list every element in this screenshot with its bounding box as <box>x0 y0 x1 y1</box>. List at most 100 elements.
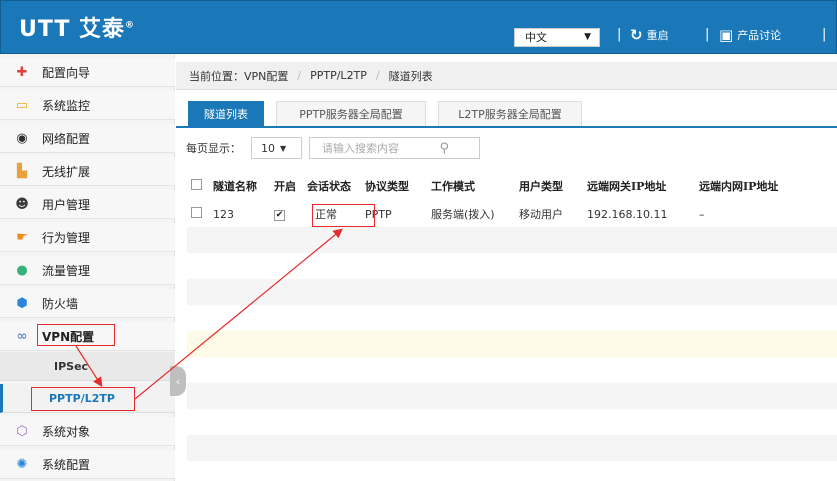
product-discussion-link[interactable]: ▣ 产品讨论 <box>719 26 781 44</box>
search-icon[interactable]: ⚲ <box>439 141 449 156</box>
protocol-type: PPTP <box>365 207 392 221</box>
top-header: UTT 艾泰® 中文 ▼ | ↻ 重启 | ▣ 产品讨论 | <box>0 0 837 54</box>
table-row-empty <box>187 435 837 461</box>
header-separator: | <box>822 27 827 42</box>
breadcrumb-item[interactable]: VPN配置 <box>244 68 288 84</box>
shield-icon: ⬢ <box>16 295 28 311</box>
gear-icon: ✺ <box>16 456 28 472</box>
sidebar-item-label: 系统对象 <box>42 424 91 439</box>
chevron-down-icon: ▼ <box>280 143 287 153</box>
tunnel-table: 隧道名称 开启 会话状态 协议类型 工作模式 用户类型 远端网关IP地址 远端内… <box>187 170 837 461</box>
row-select-cell <box>187 201 209 227</box>
restart-label: 重启 <box>646 29 669 42</box>
tab-label: PPTP服务器全局配置 <box>299 108 403 121</box>
breadcrumb: 当前位置： VPN配置 / PPTP/L2TP / 隧道列表 <box>176 62 837 90</box>
table-row-empty <box>187 227 837 253</box>
page-size-select[interactable]: 10 ▼ <box>251 137 302 159</box>
column-header: 开启 <box>274 179 296 193</box>
chevron-down-icon: ▼ <box>584 32 591 42</box>
table-toolbar: 每页显示： 10 ▼ 请输入搜索内容 ⚲ <box>186 136 480 160</box>
header-separator: | <box>705 27 710 42</box>
sidebar-item-wireless[interactable]: ▙ 无线扩展 <box>0 157 175 186</box>
remote-gateway-ip: 192.168.10.11 <box>587 207 668 221</box>
sidebar-item-behavior[interactable]: ☛ 行为管理 <box>0 223 175 252</box>
sidebar-item-label: 配置向导 <box>42 65 91 80</box>
sidebar-item-monitor[interactable]: ▭ 系统监控 <box>0 91 175 120</box>
sidebar: ✚ 配置向导 ▭ 系统监控 ◉ 网络配置 ▙ 无线扩展 ☻ 用户管理 ☛ 行为管… <box>0 54 175 481</box>
sidebar-subitem-ipsec[interactable]: IPSec <box>0 352 175 381</box>
table-row-empty <box>187 409 837 435</box>
chat-icon: ▣ <box>719 26 734 44</box>
table-row[interactable]: 123 ✔ 正常 PPTP 服务端(拨入) 移动用户 192.168.10.11… <box>187 201 837 227</box>
tab-bar: 隧道列表 PPTP服务器全局配置 L2TP服务器全局配置 <box>176 98 837 128</box>
table-row-empty <box>187 331 837 357</box>
search-placeholder: 请输入搜索内容 <box>322 142 399 155</box>
sidebar-item-label: 无线扩展 <box>42 164 91 179</box>
column-header: 用户类型 <box>519 179 563 193</box>
header-separator: | <box>617 27 622 42</box>
product-discussion-label: 产品讨论 <box>737 29 782 42</box>
column-header: 远端网关IP地址 <box>587 179 667 193</box>
sidebar-item-network[interactable]: ◉ 网络配置 <box>0 124 175 153</box>
tab-label: 隧道列表 <box>204 108 248 121</box>
enabled-cell: ✔ <box>270 201 303 227</box>
tunnel-name: 123 <box>213 207 234 221</box>
table-row-empty <box>187 279 837 305</box>
column-header: 会话状态 <box>307 179 351 193</box>
logo: UTT 艾泰® <box>19 17 136 42</box>
restart-icon: ↻ <box>630 26 643 44</box>
tab-label: L2TP服务器全局配置 <box>458 108 562 121</box>
tab-l2tp-global[interactable]: L2TP服务器全局配置 <box>438 101 582 126</box>
cube-icon: ⬡ <box>16 423 28 439</box>
sidebar-item-traffic[interactable]: ● 流量管理 <box>0 256 175 285</box>
sidebar-collapse-handle[interactable]: ‹ <box>170 366 186 396</box>
breadcrumb-separator: / <box>297 69 302 82</box>
table-row-empty <box>187 357 837 383</box>
table-row-empty <box>187 383 837 409</box>
table-row-empty <box>187 305 837 331</box>
tab-tunnel-list[interactable]: 隧道列表 <box>188 101 264 126</box>
sidebar-item-system[interactable]: ✺ 系统配置 <box>0 450 175 479</box>
sidebar-item-users[interactable]: ☻ 用户管理 <box>0 190 175 219</box>
tab-pptp-global[interactable]: PPTP服务器全局配置 <box>276 101 426 126</box>
wizard-icon: ✚ <box>16 64 28 80</box>
restart-link[interactable]: ↻ 重启 <box>630 26 669 44</box>
sidebar-item-objects[interactable]: ⬡ 系统对象 <box>0 417 175 446</box>
column-header: 协议类型 <box>365 179 409 193</box>
sidebar-item-label: 流量管理 <box>42 263 91 278</box>
search-input[interactable]: 请输入搜索内容 ⚲ <box>309 137 480 159</box>
sidebar-subitem-pptp-l2tp[interactable]: PPTP/L2TP <box>0 384 175 413</box>
sidebar-item-firewall[interactable]: ⬢ 防火墙 <box>0 289 175 318</box>
page-size-value: 10 <box>261 141 275 155</box>
sidebar-item-label: 行为管理 <box>42 230 91 245</box>
sidebar-item-label: 用户管理 <box>42 197 91 212</box>
traffic-icon: ● <box>16 262 28 278</box>
sidebar-item-label: 防火墙 <box>42 296 79 311</box>
sidebar-subitem-label: IPSec <box>54 359 89 373</box>
select-all-checkbox[interactable] <box>191 178 202 190</box>
sidebar-item-label: VPN配置 <box>42 329 95 344</box>
hand-icon: ☛ <box>16 229 28 245</box>
row-checkbox[interactable] <box>191 207 202 218</box>
column-header: 工作模式 <box>431 179 475 193</box>
breadcrumb-item[interactable]: PPTP/L2TP <box>310 69 367 82</box>
wireless-icon: ▙ <box>17 163 27 179</box>
sidebar-subitem-label: PPTP/L2TP <box>49 391 115 405</box>
sidebar-item-vpn[interactable]: ∞ VPN配置 <box>0 322 175 351</box>
sidebar-item-label: 系统配置 <box>42 457 91 472</box>
vpn-icon: ∞ <box>16 328 28 344</box>
remote-lan-ip: – <box>699 207 705 221</box>
sidebar-item-wizard[interactable]: ✚ 配置向导 <box>0 58 175 87</box>
table-row-empty <box>187 253 837 279</box>
column-header: 远端内网IP地址 <box>699 179 779 193</box>
enabled-checkbox[interactable]: ✔ <box>274 209 285 221</box>
sidebar-item-label: 系统监控 <box>42 98 91 113</box>
user-type: 移动用户 <box>519 208 563 221</box>
session-status: 正常 <box>315 208 337 221</box>
breadcrumb-item: 隧道列表 <box>388 69 433 83</box>
monitor-icon: ▭ <box>15 97 29 113</box>
chevron-left-icon: ‹ <box>175 374 181 388</box>
work-mode: 服务端(拨入) <box>431 208 495 221</box>
page-size-label: 每页显示： <box>186 142 241 155</box>
language-select[interactable]: 中文 ▼ <box>514 28 600 47</box>
